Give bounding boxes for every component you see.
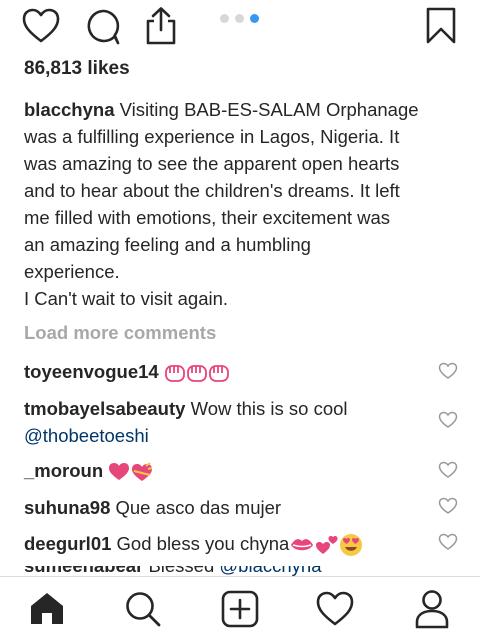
kiss-mark-icon [291, 539, 314, 551]
comment-row: _moroun [24, 457, 424, 484]
caption-line: blacchyna Visiting BAB-ES-SALAM Orphanag… [24, 96, 460, 123]
bookmark-icon[interactable] [424, 7, 458, 45]
bottom-tab-bar [0, 576, 480, 635]
home-icon[interactable] [29, 591, 65, 625]
like-heart-icon[interactable] [22, 8, 60, 44]
comment-username[interactable]: suhuna98 [24, 497, 110, 518]
heart-with-ribbon-icon [132, 462, 153, 482]
caption-line: me filled with emotions, their excitemen… [24, 207, 391, 228]
comment-text: Blessed [148, 566, 214, 576]
comment-like-heart-icon[interactable] [438, 533, 458, 551]
raised-fists-icon [164, 365, 229, 383]
comment-username[interactable]: tmobayelsabeauty [24, 398, 185, 419]
comment-username[interactable]: toyeenvogue14 [24, 361, 159, 382]
caption-username[interactable]: blacchyna [24, 99, 115, 120]
caption-line: experience. [24, 261, 120, 282]
comment-like-heart-icon[interactable] [438, 497, 458, 515]
caption-line: was amazing to see the apparent open hea… [24, 153, 400, 174]
new-post-icon[interactable] [221, 590, 259, 628]
comment-text: Wow this is so cool [190, 398, 348, 419]
comment-mention-link[interactable]: @thobeetoeshi [24, 425, 149, 446]
comment-username[interactable]: deegurl01 [24, 533, 111, 554]
two-hearts-icon [316, 536, 338, 555]
comment-like-heart-icon[interactable] [438, 461, 458, 479]
caption-text: Visiting BAB-ES-SALAM Orphanage [119, 99, 419, 120]
comment-row-partial: sumeenabear Blessed @blacchyna [24, 566, 464, 576]
search-icon[interactable] [124, 590, 162, 628]
share-icon[interactable] [142, 6, 180, 46]
like-count[interactable]: 86,813 likes [24, 58, 130, 80]
comment-row: tmobayelsabeauty Wow this is so cool @th… [24, 395, 424, 449]
comment-icon[interactable] [84, 8, 122, 46]
profile-icon[interactable] [414, 589, 450, 629]
comment-like-heart-icon[interactable] [438, 411, 458, 429]
post-caption: blacchyna Visiting BAB-ES-SALAM Orphanag… [24, 96, 460, 312]
load-more-comments-link[interactable]: Load more comments [24, 322, 216, 344]
activity-heart-icon[interactable] [316, 591, 354, 627]
heart-eyes-icon [340, 534, 363, 557]
comment-mention-link[interactable]: @blacchyna [219, 566, 321, 576]
post-action-bar [0, 0, 480, 56]
comment-username[interactable]: _moroun [24, 460, 103, 481]
comment-row: deegurl01 God bless you chyna [24, 530, 424, 557]
caption-line: I Can't wait to visit again. [24, 288, 229, 309]
carousel-dot-active [250, 14, 259, 23]
comment-row: toyeenvogue14 [24, 358, 424, 385]
caption-line: and to hear about the children's dreams.… [24, 180, 400, 201]
comment-row: suhuna98 Que asco das mujer [24, 494, 424, 521]
caption-line: an amazing feeling and a humbling [24, 234, 311, 255]
caption-line: was a fulfilling experience in Lagos, Ni… [24, 126, 400, 147]
comment-like-heart-icon[interactable] [438, 362, 458, 380]
carousel-dot [235, 14, 244, 23]
comment-username[interactable]: sumeenabear [24, 566, 143, 576]
comment-text: God bless you chyna [116, 533, 290, 554]
comment-text: Que asco das mujer [115, 497, 282, 518]
carousel-dot [220, 14, 229, 23]
heart-icon [109, 463, 130, 481]
